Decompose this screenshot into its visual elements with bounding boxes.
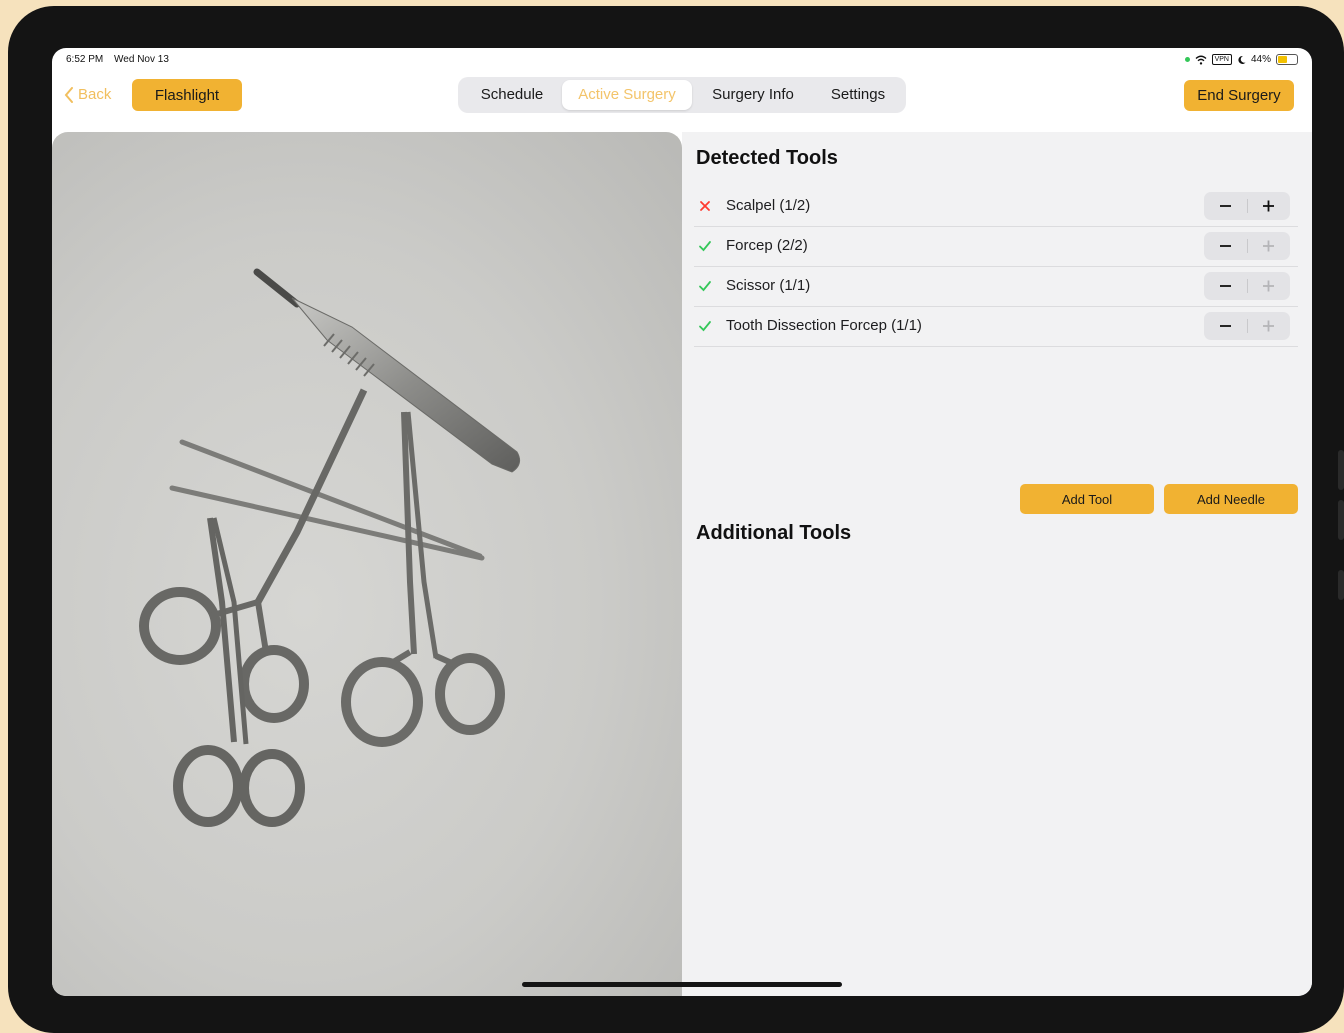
checkmark-icon [699,321,711,332]
minus-icon [1220,245,1231,247]
minus-icon [1220,325,1231,327]
battery-icon [1276,54,1298,65]
status-left: 6:52 PM Wed Nov 13 [66,54,177,65]
tool-row-tooth-dissection-forcep: Tooth Dissection Forcep (1/1) [694,306,1298,347]
status-date: Wed Nov 13 [114,54,169,65]
plus-icon [1263,200,1274,212]
tab-settings[interactable]: Settings [814,80,902,110]
tool-stepper [1204,312,1290,340]
back-label: Back [78,86,112,103]
increment-button[interactable] [1247,272,1290,300]
vpn-badge: VPN [1211,54,1232,65]
recording-dot-icon [1184,57,1190,62]
tool-stepper [1204,272,1290,300]
decrement-button[interactable] [1204,192,1247,220]
tools-panel: Detected Tools Scalpel (1/2) Forcep (2/2… [682,132,1312,996]
increment-button[interactable] [1247,192,1290,220]
tool-row-scalpel: Scalpel (1/2) [694,186,1298,227]
tab-surgery-info[interactable]: Surgery Info [694,80,812,110]
volume-down-button [1338,500,1344,540]
status-bar: 6:52 PM Wed Nov 13 VPN 44% [66,54,1298,68]
checkmark-icon [699,281,711,292]
main-tabs: Schedule Active Surgery Surgery Info Set… [458,77,906,113]
tool-label: Forcep (2/2) [726,237,808,254]
volume-up-button [1338,450,1344,490]
hemostat-center-image [341,411,505,747]
tab-schedule[interactable]: Schedule [462,80,562,110]
status-time: 6:52 PM [66,54,104,65]
decrement-button[interactable] [1204,232,1247,260]
power-button [1338,570,1344,600]
tool-row-forcep: Forcep (2/2) [694,226,1298,267]
status-right: VPN 44% [1184,54,1298,65]
tool-label: Scalpel (1/2) [726,197,811,214]
add-tool-button[interactable]: Add Tool [1020,484,1154,514]
surgical-tools-photo [139,268,521,827]
back-button[interactable]: Back [64,86,111,103]
x-icon [700,201,710,211]
plus-icon [1263,320,1274,332]
additional-tools-title: Additional Tools [696,522,852,544]
chevron-left-icon [64,86,73,103]
minus-icon [1220,285,1231,287]
detected-tools-title: Detected Tools [696,147,838,169]
scalpel-image [253,268,521,473]
tool-stepper [1204,232,1290,260]
increment-button[interactable] [1247,232,1290,260]
battery-percent: 44% [1250,54,1271,65]
plus-icon [1263,280,1274,292]
minus-icon [1220,205,1231,207]
moon-icon [1238,55,1246,64]
tool-row-scissor: Scissor (1/1) [694,266,1298,307]
tool-stepper [1204,192,1290,220]
flashlight-button[interactable]: Flashlight [132,79,242,111]
tool-label: Tooth Dissection Forcep (1/1) [726,317,922,334]
increment-button[interactable] [1247,312,1290,340]
decrement-button[interactable] [1204,272,1247,300]
home-indicator[interactable] [522,982,842,987]
plus-icon [1263,240,1274,252]
tab-active-surgery[interactable]: Active Surgery [562,80,692,110]
checkmark-icon [699,241,711,252]
camera-feed [52,132,682,996]
tool-label: Scissor (1/1) [726,277,811,294]
wifi-icon [1195,55,1207,65]
hemostat-left-image [139,388,368,723]
add-needle-button[interactable]: Add Needle [1164,484,1298,514]
app-screen: 6:52 PM Wed Nov 13 VPN 44% Back Flashlig… [52,48,1312,996]
decrement-button[interactable] [1204,312,1247,340]
end-surgery-button[interactable]: End Surgery [1184,80,1294,111]
